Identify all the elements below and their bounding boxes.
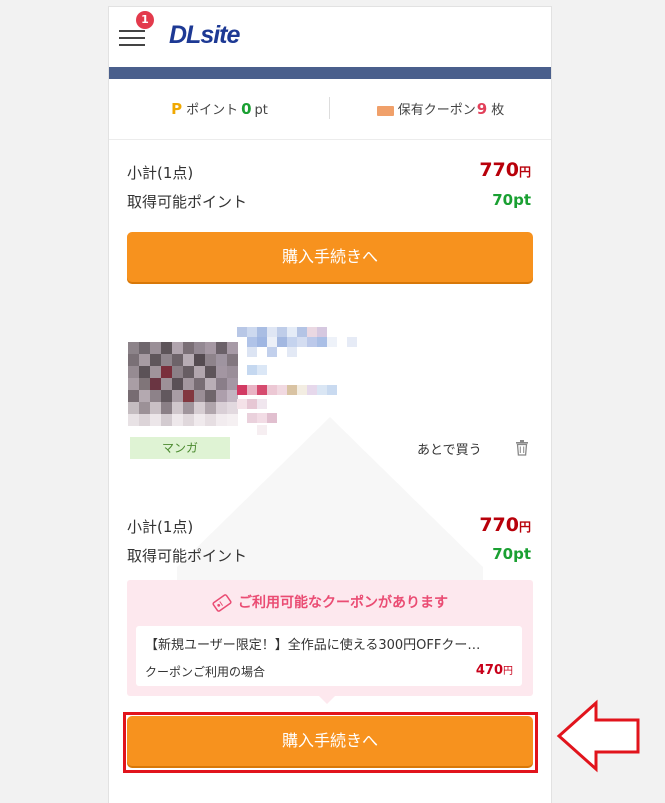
price-value: 770	[479, 514, 519, 536]
coupon-heading: ご利用可能なクーポンがあります	[127, 592, 533, 612]
hamburger-menu-button[interactable]	[119, 27, 145, 47]
points-icon: P	[171, 100, 183, 118]
coupon-summary[interactable]: 保有クーポン9 枚	[330, 79, 551, 139]
coupon-price: 470円	[476, 662, 513, 678]
menu-line	[119, 30, 145, 32]
coupon-panel: ご利用可能なクーポンがあります 【新規ユーザー限定！】全作品に使える300円OF…	[127, 580, 533, 696]
category-tag: マンガ	[130, 437, 230, 459]
points-unit: pt	[254, 103, 268, 118]
coupon-count: 9	[476, 100, 488, 118]
coupon-card[interactable]: 【新規ユーザー限定！】全作品に使える300円OFFクー… クーポンご利用の場合 …	[136, 626, 522, 686]
item-points-label: 取得可能ポイント	[127, 547, 248, 565]
summary-row: P ポイント 0 pt 保有クーポン9 枚	[109, 79, 551, 140]
price-value: 770	[479, 159, 519, 181]
points-earn-value: 70pt	[492, 191, 531, 209]
highlight-annotation-box	[123, 712, 538, 773]
price-unit: 円	[518, 165, 531, 179]
item-points-value: 70pt	[492, 545, 531, 563]
coupon-tag-icon	[212, 594, 232, 612]
item-subtotal-price: 770円	[479, 514, 531, 536]
points-label: ポイント	[186, 103, 239, 118]
coupon-price-value: 470	[475, 663, 503, 678]
trash-icon[interactable]	[515, 440, 529, 456]
product-thumbnail[interactable]	[128, 332, 238, 427]
ticket-icon	[376, 105, 394, 116]
checkout-button[interactable]: 購入手続きへ	[127, 232, 533, 282]
mobile-page: 1 DLsite P ポイント 0 pt 保有クーポン9 枚 小計(1点) 770円 取…	[109, 7, 551, 803]
site-header: 1 DLsite	[109, 7, 551, 67]
coupon-unit: 枚	[491, 103, 505, 118]
nav-bar	[109, 67, 551, 79]
coupon-price-unit: 円	[503, 666, 513, 677]
points-summary: P ポイント 0 pt	[109, 79, 330, 139]
subtotal-label: 小計(1点)	[127, 164, 194, 182]
coupon-name: 【新規ユーザー限定！】全作品に使える300円OFFクー…	[145, 638, 481, 653]
product-title-link[interactable]	[237, 327, 367, 437]
subtotal-price: 770円	[479, 159, 531, 181]
coupon-pointer	[319, 696, 335, 704]
price-unit: 円	[518, 520, 531, 534]
coupon-label: 保有クーポン	[397, 103, 476, 118]
item-subtotal-label: 小計(1点)	[127, 518, 194, 536]
points-earn-label: 取得可能ポイント	[127, 193, 248, 211]
menu-line	[119, 44, 145, 46]
left-arrow-annotation-icon	[556, 699, 640, 773]
notification-badge: 1	[136, 11, 154, 29]
menu-line	[119, 37, 145, 39]
save-for-later-link[interactable]: あとで買う	[417, 439, 482, 458]
dlsite-logo[interactable]: DLsite	[169, 21, 240, 50]
points-value: 0	[241, 100, 252, 118]
coupon-condition: クーポンご利用の場合	[145, 665, 266, 679]
coupon-heading-text: ご利用可能なクーポンがあります	[238, 595, 448, 611]
